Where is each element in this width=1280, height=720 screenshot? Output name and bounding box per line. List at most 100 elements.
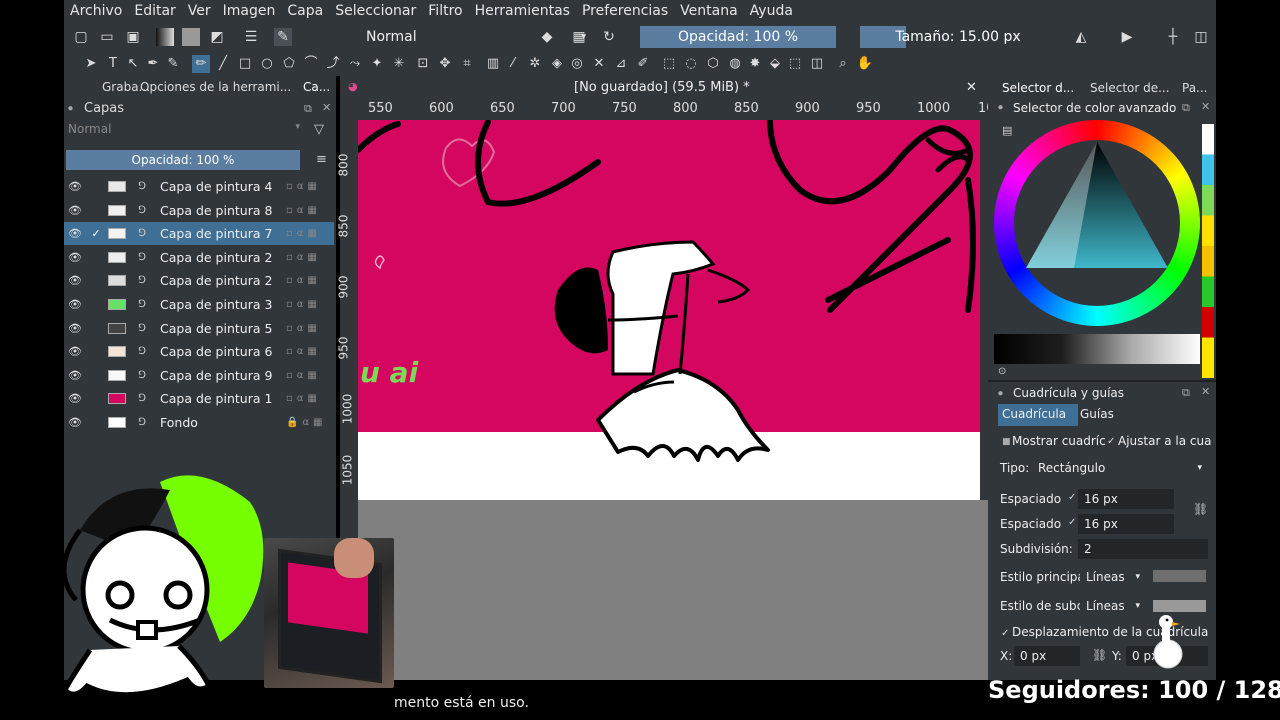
gradient-tool-icon[interactable]: ▥	[484, 55, 502, 73]
ellipse-select-icon[interactable]: ◌	[682, 55, 700, 73]
layer-properties-icon[interactable]: ▫α▦	[286, 299, 321, 310]
line-tool-icon[interactable]: ╱	[214, 55, 232, 73]
gradient-icon[interactable]	[156, 28, 174, 46]
menu-item-seleccionar[interactable]: Seleccionar	[329, 3, 422, 19]
zoom-tool-icon[interactable]: ⌕	[834, 55, 852, 73]
layer-properties-icon[interactable]: ▫α▦	[286, 228, 321, 239]
layer-menu-icon[interactable]: ≡	[316, 152, 327, 167]
rect-select-icon[interactable]: ⬚	[660, 55, 678, 73]
eraser-icon[interactable]: ◆	[538, 28, 556, 46]
menu-item-filtro[interactable]: Filtro	[422, 3, 468, 19]
pan-tool-icon[interactable]: ✋	[856, 55, 874, 73]
layer-properties-icon[interactable]: ▫α▦	[286, 275, 321, 286]
polyline-tool-icon[interactable]: ⌒	[302, 55, 320, 73]
enclose-fill-icon[interactable]: ◎	[568, 55, 586, 73]
type-select[interactable]: Rectángulo ▾	[1032, 458, 1208, 478]
close-docker-icon[interactable]: ✕	[322, 101, 331, 114]
reload-icon[interactable]: ↻	[600, 28, 618, 46]
rectangle-tool-icon[interactable]: □	[236, 55, 254, 73]
edit-shapes-icon[interactable]: ↖	[124, 55, 142, 73]
menu-item-herramientas[interactable]: Herramientas	[469, 3, 576, 19]
ellipse-tool-icon[interactable]: ○	[258, 55, 276, 73]
main-style-select[interactable]: Líneas ▾	[1080, 567, 1144, 587]
layer-row[interactable]: 👁 ⅁ Capa de pintura 1 ▫α▦	[64, 387, 334, 410]
menu-item-capa[interactable]: Capa	[281, 3, 329, 19]
canvas-area[interactable]: u ai	[355, 117, 988, 680]
pattern-icon[interactable]	[182, 28, 200, 46]
layer-row[interactable]: 👁 ⅁ Fondo 🔒α▦	[64, 411, 334, 434]
menu-item-preferencias[interactable]: Preferencias	[576, 3, 674, 19]
spacing-x-input[interactable]: 16 px	[1078, 489, 1174, 509]
layer-row[interactable]: 👁 ⅁ Capa de pintura 9 ▫α▦	[64, 364, 334, 387]
eye-icon[interactable]: 👁	[64, 369, 86, 382]
color-triangle[interactable]	[1014, 140, 1180, 306]
bezier-tool-icon[interactable]: ⤴	[324, 55, 342, 73]
menu-item-imagen[interactable]: Imagen	[217, 3, 282, 19]
layer-opacity-slider[interactable]: Opacidad: 100 %	[66, 150, 300, 170]
eye-icon[interactable]: 👁	[64, 298, 86, 311]
eye-icon[interactable]: 👁	[64, 345, 86, 358]
history-icon[interactable]: ⊙	[998, 366, 1006, 377]
snap-grid-checkbox[interactable]: ✓	[1107, 436, 1115, 447]
freehand-select-icon[interactable]: ◍	[726, 55, 744, 73]
polygon-tool-icon[interactable]: ⬠	[280, 55, 298, 73]
menu-item-ventana[interactable]: Ventana	[674, 3, 744, 19]
open-folder-icon[interactable]: ▭	[98, 28, 116, 46]
bezier-select-icon[interactable]: ⬚	[786, 55, 804, 73]
opacity-slider[interactable]: Opacidad: 100 %	[640, 26, 836, 48]
colors-swap-icon[interactable]: ◩	[208, 28, 226, 46]
float-docker-icon[interactable]: ⧉	[304, 102, 312, 116]
settings-icon[interactable]: ▤	[1002, 124, 1012, 137]
layer-properties-icon[interactable]: ▫α▦	[286, 323, 321, 334]
lock-icon[interactable]: 🔒α▦	[286, 417, 327, 428]
eye-icon[interactable]: 👁	[64, 274, 86, 287]
alpha-lock-icon[interactable]: ▦	[570, 28, 588, 46]
menu-item-ayuda[interactable]: Ayuda	[744, 3, 799, 19]
text-tool-icon[interactable]: T	[104, 55, 122, 73]
reference-tool-icon[interactable]: ✐	[634, 55, 652, 73]
transform-tool-icon[interactable]: ⊡	[414, 55, 432, 73]
brush-preset-icon[interactable]: ✎	[274, 28, 292, 46]
assistant-tool-icon[interactable]: ✕	[590, 55, 608, 73]
brush-presets-icon[interactable]: ☰	[242, 28, 260, 46]
layer-row[interactable]: 👁 ⅁ Capa de pintura 3 ▫α▦	[64, 293, 334, 316]
eye-icon[interactable]: 👁	[64, 322, 86, 335]
layer-blend-select[interactable]: Normal ▾	[68, 122, 306, 140]
new-document-icon[interactable]: ▢	[72, 28, 90, 46]
tab-tool-options[interactable]: Opciones de la herrami...	[140, 80, 291, 100]
x-offset-input[interactable]: 0 px	[1014, 646, 1080, 666]
blend-mode-select[interactable]: Normal ▾	[360, 26, 592, 48]
eye-icon[interactable]: 👁	[64, 416, 86, 429]
similar-select-icon[interactable]: ⬙	[766, 55, 784, 73]
layer-properties-icon[interactable]: ▫α▦	[286, 370, 321, 381]
calligraphy-icon[interactable]: ✒	[144, 55, 162, 73]
layer-row[interactable]: 👁 ⅁ Capa de pintura 2 ▫α▦	[64, 269, 334, 292]
layer-row[interactable]: 👁 ⅁ Capa de pintura 2 ▫α▦	[64, 246, 334, 269]
layer-properties-icon[interactable]: ▫α▦	[286, 252, 321, 263]
select-tool-icon[interactable]: ➤	[82, 55, 100, 73]
layer-row[interactable]: 👁 ✓ ⅁ Capa de pintura 7 ▫α▦	[64, 222, 334, 246]
filter-icon[interactable]: ▽	[314, 122, 324, 137]
freehand-path-icon[interactable]: ⤳	[346, 55, 364, 73]
dynamic-brush-icon[interactable]: ✦	[368, 55, 386, 73]
chain-link-icon[interactable]: ⛓	[1092, 648, 1107, 662]
layer-properties-icon[interactable]: ▫α▦	[286, 346, 321, 357]
eye-icon[interactable]: 👁	[64, 392, 86, 405]
pen-icon[interactable]: ✎	[164, 55, 182, 73]
fill-tool-icon[interactable]: ◈	[548, 55, 566, 73]
spacing-y-input[interactable]: 16 px	[1078, 514, 1174, 534]
magnetic-select-icon[interactable]: ◫	[808, 55, 826, 73]
layer-properties-icon[interactable]: ▫α▦	[286, 205, 321, 216]
multibrush-icon[interactable]: ✳	[390, 55, 408, 73]
tab-layers[interactable]: Ca...	[303, 80, 330, 100]
menu-item-archivo[interactable]: Archivo	[64, 3, 128, 19]
menu-item-ver[interactable]: Ver	[182, 3, 217, 19]
polygon-select-icon[interactable]: ⬡	[704, 55, 722, 73]
panel-icon[interactable]: ◫	[1192, 28, 1210, 46]
horizontal-ruler[interactable]: 550 600 650 700 750 800 850 900 950 1000 10	[358, 100, 995, 120]
show-grid-checkbox[interactable]: ■	[1002, 437, 1011, 447]
layer-row[interactable]: 👁 ⅁ Capa de pintura 4 ▫α▦	[64, 175, 334, 198]
move-tool-icon[interactable]: ✥	[436, 55, 454, 73]
eye-icon[interactable]: 👁	[64, 227, 86, 240]
tab-palette[interactable]: Pa...	[1182, 81, 1208, 95]
